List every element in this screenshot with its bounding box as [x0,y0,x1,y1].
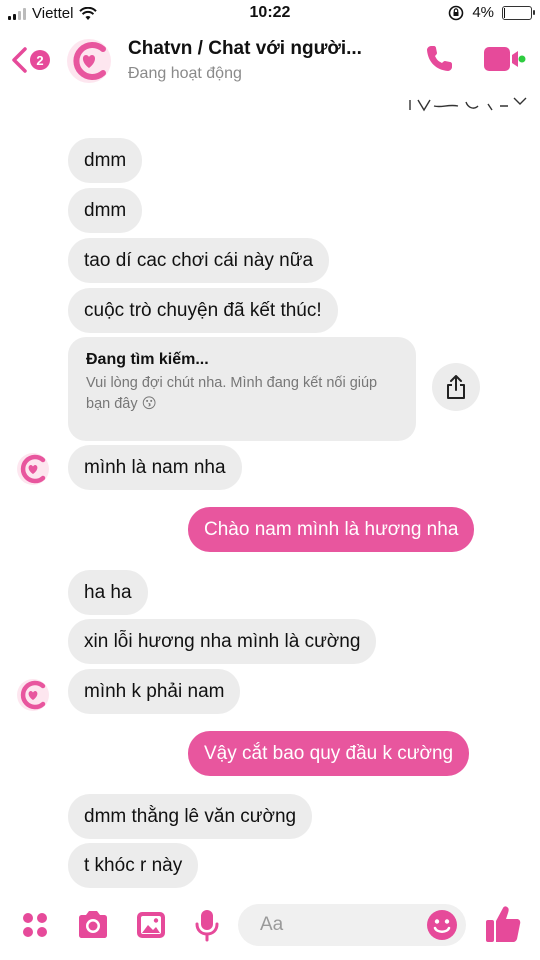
share-button[interactable] [432,363,480,411]
card-body: Vui lòng đợi chút nha. Mình đang kết nối… [86,375,378,412]
back-button[interactable]: 2 [10,46,50,74]
sketch-decoration [409,97,527,112]
message-bubble[interactable]: xin lỗi hương nha mình là cường [68,619,377,664]
thumbs-up-icon[interactable] [484,904,522,944]
message-bubble[interactable]: t khóc r này [68,843,199,888]
video-call-icon[interactable] [482,44,526,74]
image-icon[interactable] [134,908,168,942]
message-bubble[interactable]: dmm thằng lê văn cường [68,794,313,839]
message-bubble[interactable]: tao dí cac chơi cái này nữa [68,238,330,283]
card-title: Đang tìm kiếm... [86,351,209,368]
message-bubble[interactable]: mình k phải nam [68,669,241,714]
message-bubble[interactable]: cuộc trò chuyện đã kết thúc! [68,288,338,333]
camera-icon[interactable] [76,908,110,942]
apps-icon[interactable] [18,908,52,942]
message-input-placeholder: Aa [260,914,284,935]
searching-card[interactable]: Đang tìm kiếm... Vui lòng đợi chút nha. … [68,337,416,441]
microphone-icon[interactable] [190,908,224,942]
chevron-left-icon [12,47,27,73]
avatar[interactable] [66,38,112,84]
message-bubble-outgoing[interactable]: Chào nam mình là hương nha [188,507,475,552]
battery-icon [502,5,535,20]
message-bubble[interactable]: dmm [68,138,143,183]
status-bar: Viettel 10:22 4% [0,0,540,28]
composer-bar: Aa [0,896,540,960]
chat-header: 2 Chatvn / Chat với người... Đang hoạt đ… [0,28,540,112]
sender-avatar[interactable] [16,678,50,712]
sender-avatar[interactable] [16,452,50,486]
message-bubble[interactable]: dmm [68,188,143,233]
message-bubble[interactable]: mình là nam nha [68,445,242,490]
emoji-icon[interactable] [426,909,458,941]
status-right: 4% [448,4,535,21]
orientation-lock-icon [449,5,464,20]
unread-badge: 2 [30,50,50,70]
share-icon [447,375,465,399]
message-bubble-outgoing[interactable]: Vậy cắt bao quy đầu k cường [188,731,470,776]
presence-status: Đang hoạt động [128,65,242,82]
chat-title[interactable]: Chatvn / Chat với người... [128,38,362,60]
phone-icon[interactable] [422,42,456,76]
battery-percent: 4% [472,4,494,21]
message-bubble[interactable]: ha ha [68,570,148,615]
